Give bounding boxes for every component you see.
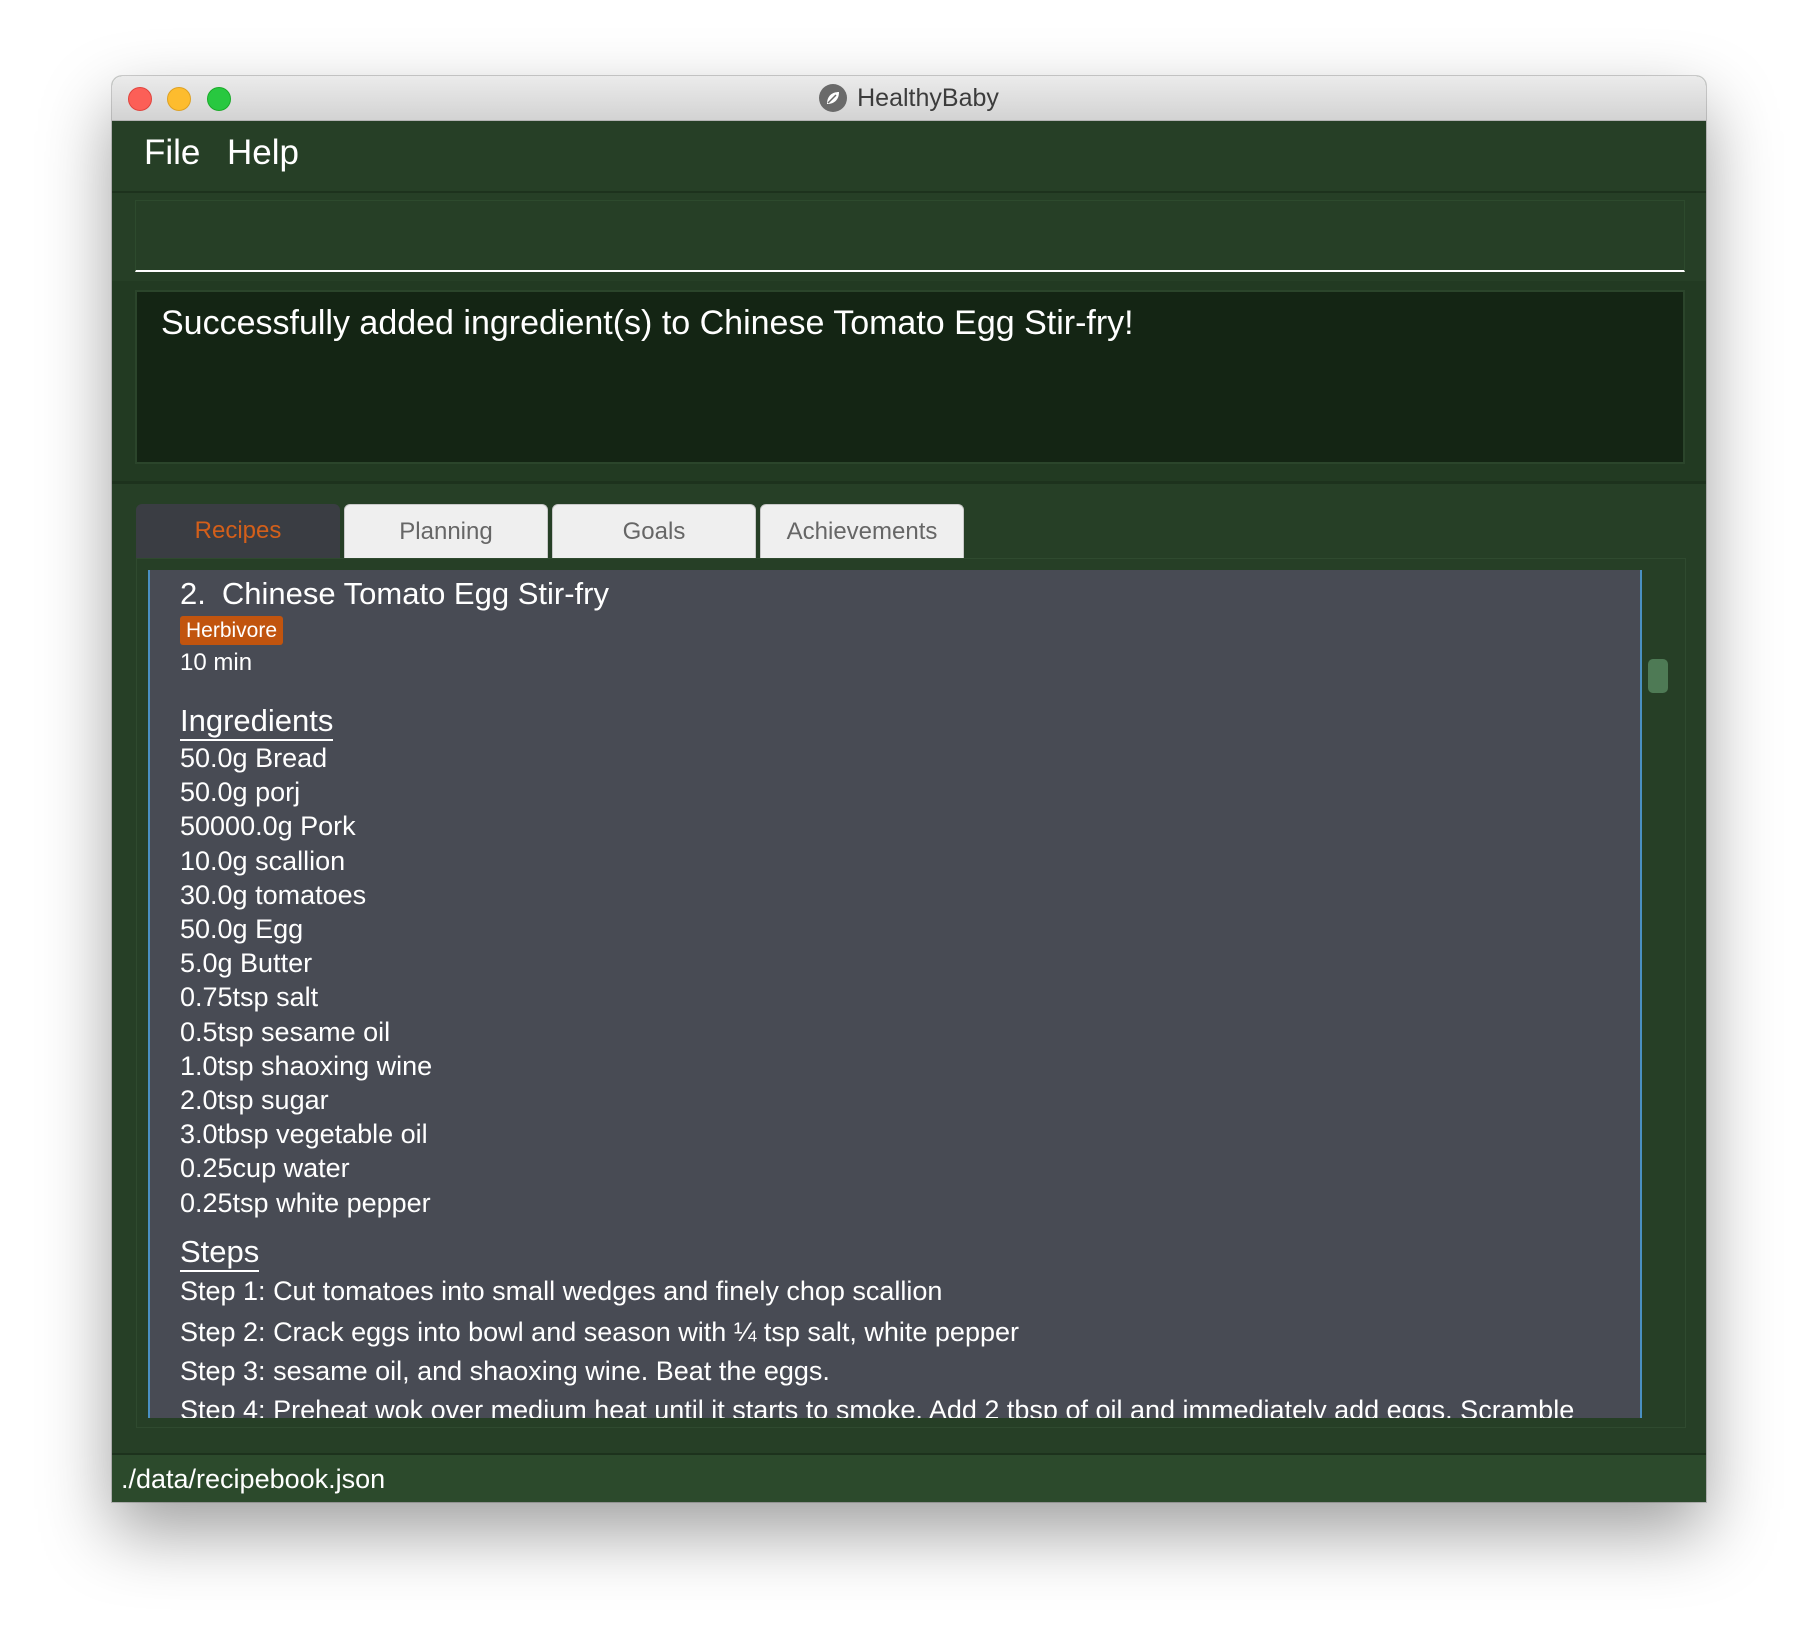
tab-recipes[interactable]: Recipes xyxy=(136,504,340,558)
ingredients-list: 50.0g Bread 50.0g porj 50000.0g Pork 10.… xyxy=(180,741,1620,1220)
result-panel: Successfully added ingredient(s) to Chin… xyxy=(112,281,1706,484)
window-title: HealthyBaby xyxy=(857,83,999,112)
recipe-name: Chinese Tomato Egg Stir-fry xyxy=(221,576,609,611)
step-item: Step 3: sesame oil, and shaoxing wine. B… xyxy=(180,1355,830,1386)
ingredient-item: 2.0tsp sugar xyxy=(180,1085,329,1116)
data-file-path: ./data/recipebook.json xyxy=(121,1464,386,1494)
ingredient-item: 5.0g Butter xyxy=(180,948,313,979)
tab-planning[interactable]: Planning xyxy=(344,504,548,558)
ingredient-item: 0.75tsp salt xyxy=(180,982,319,1013)
scrollbar-thumb[interactable] xyxy=(1648,659,1668,693)
ingredient-item: 3.0tbsp vegetable oil xyxy=(180,1119,428,1150)
menu-help[interactable]: Help xyxy=(227,133,299,173)
ingredients-header: Ingredients xyxy=(180,703,334,741)
prep-time: 10 min xyxy=(180,649,253,676)
title-bar: HealthyBaby xyxy=(112,76,1706,121)
step-item: Step 1: Cut tomatoes into small wedges a… xyxy=(180,1275,943,1306)
recipe-list-panel: 2. Chinese Tomato Egg Stir-fry Herbivore … xyxy=(136,558,1686,1428)
command-input[interactable] xyxy=(136,201,1684,270)
recipe-card[interactable]: 2. Chinese Tomato Egg Stir-fry Herbivore … xyxy=(148,570,1642,1418)
ingredient-item: 50.0g Bread xyxy=(180,743,328,773)
menu-file[interactable]: File xyxy=(144,133,200,173)
result-display: Successfully added ingredient(s) to Chin… xyxy=(135,290,1685,464)
menu-bar: File Help xyxy=(112,121,1706,193)
recipe-title: 2. Chinese Tomato Egg Stir-fry xyxy=(180,574,1620,614)
window-title-wrap: HealthyBaby xyxy=(112,76,1706,120)
steps-list: Step 1: Cut tomatoes into small wedges a… xyxy=(180,1272,1620,1418)
ingredient-item: 0.5tsp sesame oil xyxy=(180,1016,391,1047)
app-window: HealthyBaby File Help Successfully added… xyxy=(112,76,1706,1502)
tab-achievements[interactable]: Achievements xyxy=(760,504,964,558)
status-bar: ./data/recipebook.json xyxy=(112,1453,1706,1502)
ingredient-item: 50.0g porj xyxy=(180,777,301,808)
recipe-index: 2. xyxy=(180,576,206,611)
step-item: Step 2: Crack eggs into bowl and season … xyxy=(180,1316,1019,1347)
ingredient-item: 50000.0g Pork xyxy=(180,811,356,842)
command-box xyxy=(135,200,1685,272)
steps-header: Steps xyxy=(180,1234,260,1272)
step-item: Step 4: Preheat wok over medium heat unt… xyxy=(180,1394,1575,1418)
ingredient-item: 50.0g Egg xyxy=(180,914,304,945)
ingredient-item: 1.0tsp shaoxing wine xyxy=(180,1050,433,1081)
ingredient-item: 0.25tsp white pepper xyxy=(180,1187,431,1218)
ingredient-item: 30.0g tomatoes xyxy=(180,879,367,910)
ingredient-item: 10.0g scallion xyxy=(180,845,346,876)
ingredient-item: 0.25cup water xyxy=(180,1153,350,1184)
recipe-card-content: 2. Chinese Tomato Egg Stir-fry Herbivore … xyxy=(180,574,1620,1418)
recipe-tag-badge: Herbivore xyxy=(180,616,284,645)
leaf-icon xyxy=(819,84,848,112)
result-message: Successfully added ingredient(s) to Chin… xyxy=(161,304,1134,342)
tab-goals[interactable]: Goals xyxy=(552,504,756,558)
